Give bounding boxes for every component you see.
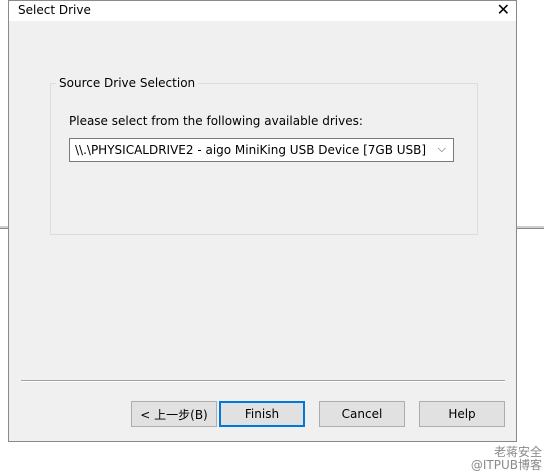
cancel-button-label: Cancel xyxy=(341,407,383,421)
back-button-label: < 上一步(B) xyxy=(140,407,208,422)
help-button[interactable]: Help xyxy=(419,401,505,427)
drive-select-value: \\.\PHYSICALDRIVE2 - aigo MiniKing USB D… xyxy=(75,143,427,157)
watermark-line2: @ITPUB博客 xyxy=(470,458,542,472)
chevron-down-icon[interactable]: ⌵ xyxy=(438,142,446,156)
window-title: Select Drive xyxy=(18,3,91,17)
select-drive-dialog: Select Drive ✕ Source Drive Selection Pl… xyxy=(8,0,517,442)
drive-prompt: Please select from the following availab… xyxy=(69,114,363,128)
finish-button-label: Finish xyxy=(244,407,280,421)
back-button[interactable]: < 上一步(B) xyxy=(131,401,217,427)
help-button-label: Help xyxy=(448,407,476,421)
finish-button[interactable]: Finish xyxy=(219,401,305,427)
cancel-button[interactable]: Cancel xyxy=(319,401,405,427)
drive-select[interactable]: \\.\PHYSICALDRIVE2 - aigo MiniKing USB D… xyxy=(69,138,454,162)
title-bar: Select Drive ✕ xyxy=(9,1,516,21)
watermark: 老蒋安全 @ITPUB博客 xyxy=(471,446,542,472)
button-separator xyxy=(21,380,505,382)
source-drive-group: Source Drive Selection Please select fro… xyxy=(50,76,478,235)
group-label: Source Drive Selection xyxy=(56,76,199,90)
close-icon[interactable]: ✕ xyxy=(497,1,510,19)
